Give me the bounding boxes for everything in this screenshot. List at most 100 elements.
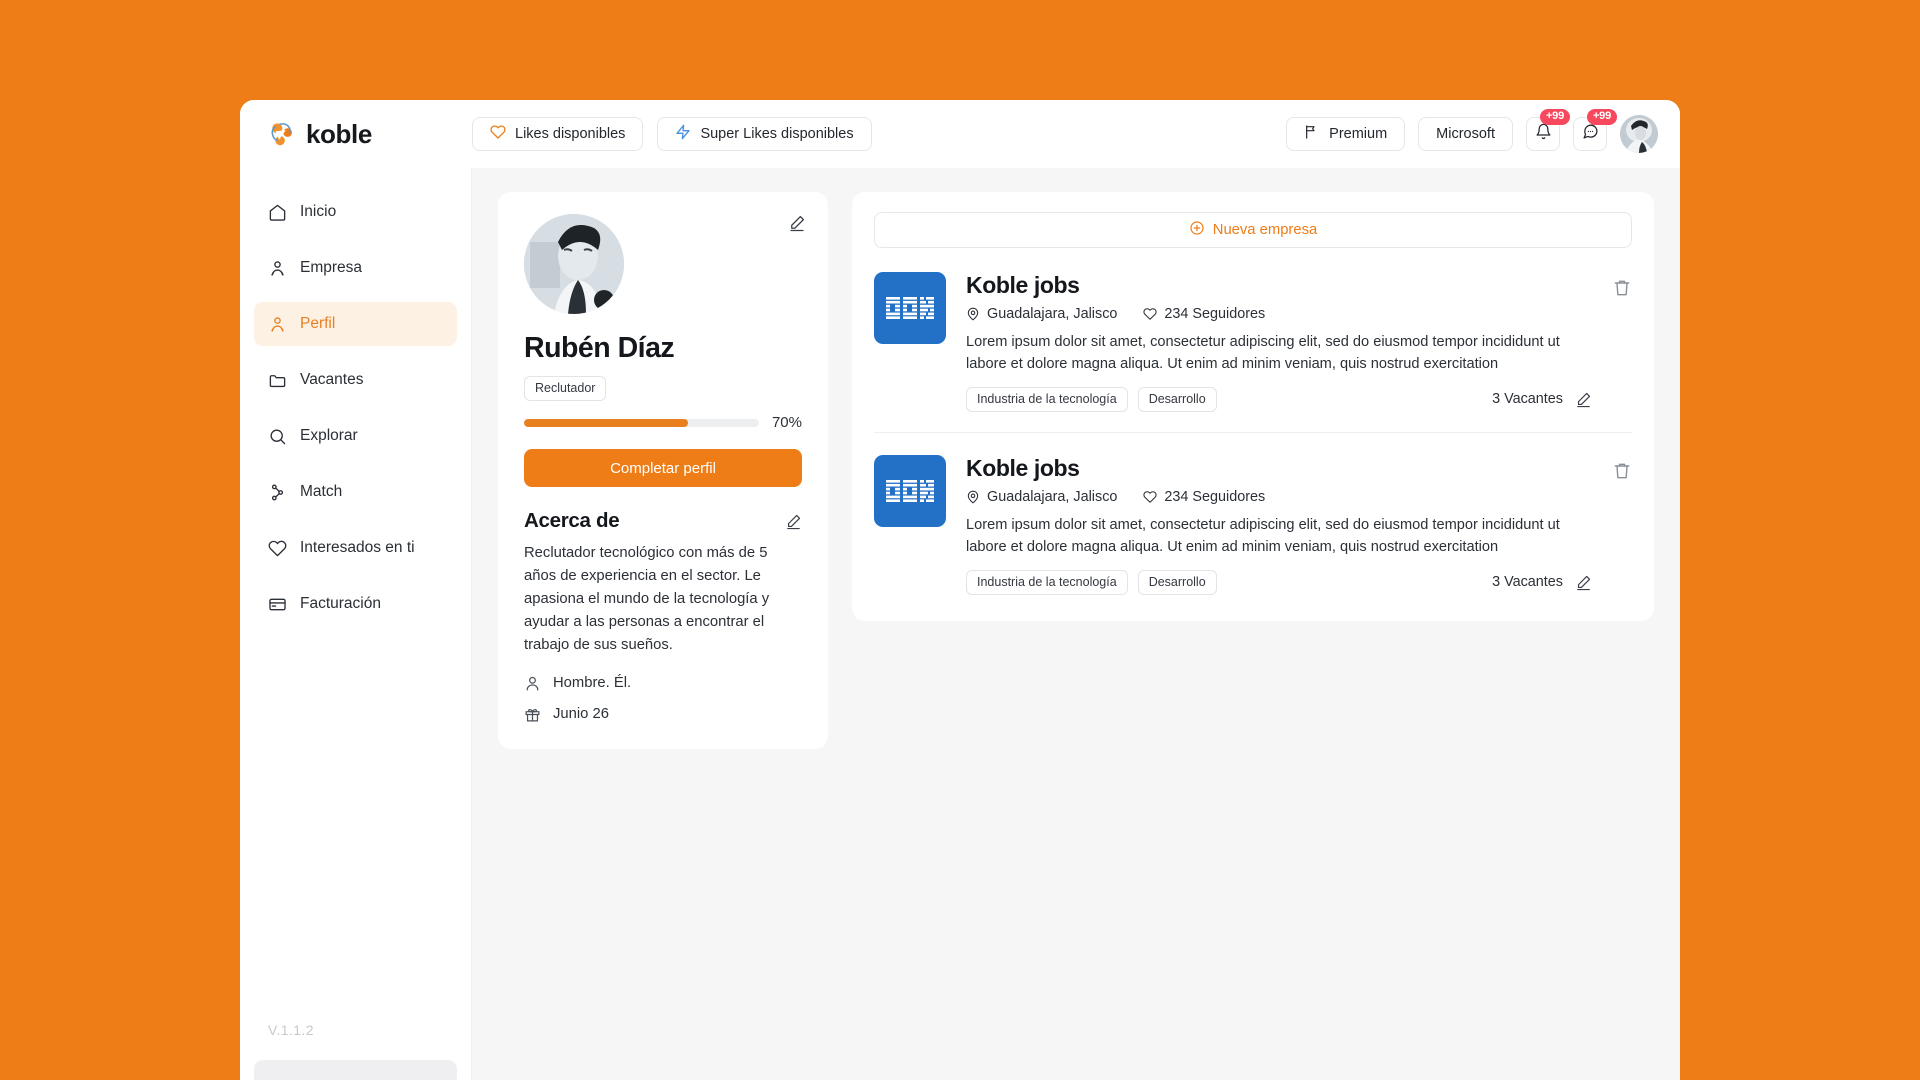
super-likes-disponibles-button[interactable]: Super Likes disponibles <box>657 117 872 151</box>
sidebar-item-perfil[interactable]: Perfil <box>254 302 457 346</box>
nueva-empresa-button[interactable]: Nueva empresa <box>874 212 1632 248</box>
koble-logo-icon <box>267 119 297 149</box>
notifications-button[interactable]: +99 <box>1526 109 1570 151</box>
profile-photo <box>524 214 624 314</box>
chat-icon <box>1582 123 1599 145</box>
company-tag: Industria de la tecnología <box>966 386 1128 412</box>
sidebar-item-label: Explorar <box>300 427 358 444</box>
profile-card: Rubén Díaz Reclutador 70% Completar perf… <box>498 192 828 749</box>
profile-birthday-value: Junio 26 <box>553 706 609 723</box>
company-location: Guadalajara, Jalisco <box>966 489 1117 505</box>
companies-panel: Nueva empresa Koble jobs Guadalajara, Ja… <box>852 192 1654 621</box>
ibm-logo-icon <box>874 272 946 344</box>
card-icon <box>268 595 287 614</box>
company-vacancies-value: 3 Vacantes <box>1492 574 1563 591</box>
nueva-empresa-label: Nueva empresa <box>1212 222 1318 238</box>
company-tag: Desarrollo <box>1137 569 1217 595</box>
progress-bar-fill <box>524 418 689 427</box>
company-info: Koble jobs Guadalajara, Jalisco 234 Segu… <box>966 455 1632 595</box>
sidebar-item-label: Empresa <box>300 259 363 276</box>
bell-icon <box>1535 123 1552 145</box>
sidebar-item-facturacion[interactable]: Facturación <box>254 582 457 626</box>
location-pin-icon <box>966 490 980 504</box>
flag-icon <box>1304 124 1320 144</box>
company-tags: Industria de la tecnología Desarrollo 3 … <box>966 386 1592 412</box>
header-right-cluster: Premium Microsoft +99 +99 <box>1286 109 1658 153</box>
notifications-badge: +99 <box>1539 109 1570 125</box>
gift-icon <box>524 706 541 723</box>
app-window: koble Likes disponibles Super Likes disp… <box>240 100 1680 1080</box>
sidebar-bottom-panel <box>254 1060 457 1080</box>
microsoft-button[interactable]: Microsoft <box>1418 117 1513 151</box>
avatar[interactable] <box>1620 115 1658 153</box>
company-info: Koble jobs Guadalajara, Jalisco 234 Segu… <box>966 272 1632 412</box>
match-icon <box>268 483 287 502</box>
profile-gender-row: Hombre. Él. <box>524 675 802 692</box>
sidebar-item-vacantes[interactable]: Vacantes <box>254 358 457 402</box>
about-title: Acerca de <box>524 509 620 532</box>
company-tags: Industria de la tecnología Desarrollo 3 … <box>966 569 1592 595</box>
delete-company-icon[interactable] <box>1612 461 1632 481</box>
heart-icon <box>268 539 287 558</box>
company-location: Guadalajara, Jalisco <box>966 306 1117 322</box>
profile-gender-value: Hombre. Él. <box>553 675 632 692</box>
sidebar: Inicio Empresa Perfil Vacantes Explorar … <box>240 168 472 1080</box>
person-icon <box>524 675 541 692</box>
completar-perfil-button[interactable]: Completar perfil <box>524 449 802 487</box>
location-pin-icon <box>966 307 980 321</box>
page-title: Rubén Díaz <box>524 332 675 364</box>
about-text: Reclutador tecnológico con más de 5 años… <box>524 545 770 653</box>
messages-button[interactable]: +99 <box>1573 109 1617 151</box>
company-meta: Guadalajara, Jalisco 234 Seguidores <box>966 489 1592 505</box>
home-icon <box>268 203 287 222</box>
company-followers-value: 234 Seguidores <box>1164 488 1266 505</box>
company-vacancies: 3 Vacantes <box>1492 574 1592 591</box>
heart-icon <box>1143 490 1157 504</box>
company-meta: Guadalajara, Jalisco 234 Seguidores <box>966 306 1592 322</box>
brand-name: koble <box>306 118 372 149</box>
sidebar-item-explorar[interactable]: Explorar <box>254 414 457 458</box>
company-name: Koble jobs <box>966 272 1080 298</box>
premium-label: Premium <box>1329 126 1388 142</box>
edit-company-icon[interactable] <box>1575 391 1592 408</box>
people-icon <box>268 259 287 278</box>
premium-button[interactable]: Premium <box>1286 117 1406 151</box>
sidebar-item-inicio[interactable]: Inicio <box>254 190 457 234</box>
company-followers: 234 Seguidores <box>1143 489 1265 505</box>
company-card[interactable]: Koble jobs Guadalajara, Jalisco 234 Segu… <box>874 272 1632 433</box>
brand-logo-area[interactable]: koble <box>240 119 472 150</box>
company-followers: 234 Seguidores <box>1143 306 1265 322</box>
company-card[interactable]: Koble jobs Guadalajara, Jalisco 234 Segu… <box>874 454 1632 599</box>
sidebar-item-label: Match <box>300 483 343 500</box>
company-vacancies-value: 3 Vacantes <box>1492 391 1563 408</box>
header-action-buttons: Likes disponibles Super Likes disponible… <box>472 117 872 151</box>
edit-company-icon[interactable] <box>1575 574 1592 591</box>
delete-company-icon[interactable] <box>1612 278 1632 298</box>
app-version: V.1.1.2 <box>268 1022 314 1038</box>
heart-icon <box>1143 307 1157 321</box>
sidebar-item-interesados-en-ti[interactable]: Interesados en ti <box>254 526 457 570</box>
people-icon <box>268 315 287 334</box>
likes-disponibles-label: Likes disponibles <box>515 126 626 142</box>
microsoft-label: Microsoft <box>1436 126 1495 142</box>
company-tag: Desarrollo <box>1137 386 1217 412</box>
company-tag: Industria de la tecnología <box>966 569 1128 595</box>
about-header: Acerca de <box>524 509 802 533</box>
lightning-icon <box>675 124 691 144</box>
sidebar-item-label: Perfil <box>300 315 336 332</box>
app-body: Inicio Empresa Perfil Vacantes Explorar … <box>240 168 1680 1080</box>
profile-completion: 70% <box>524 414 802 431</box>
sidebar-item-label: Vacantes <box>300 371 364 388</box>
sidebar-item-label: Inicio <box>300 203 337 220</box>
company-description: Lorem ipsum dolor sit amet, consectetur … <box>966 334 1560 372</box>
edit-about-icon[interactable] <box>785 513 802 530</box>
edit-profile-icon[interactable] <box>788 214 806 232</box>
company-location-value: Guadalajara, Jalisco <box>987 488 1118 505</box>
folder-icon <box>268 371 287 390</box>
sidebar-item-label: Facturación <box>300 595 381 612</box>
sidebar-item-match[interactable]: Match <box>254 470 457 514</box>
likes-disponibles-button[interactable]: Likes disponibles <box>472 117 644 151</box>
sidebar-item-empresa[interactable]: Empresa <box>254 246 457 290</box>
messages-badge: +99 <box>1586 109 1617 125</box>
sidebar-item-label: Interesados en ti <box>300 539 415 556</box>
